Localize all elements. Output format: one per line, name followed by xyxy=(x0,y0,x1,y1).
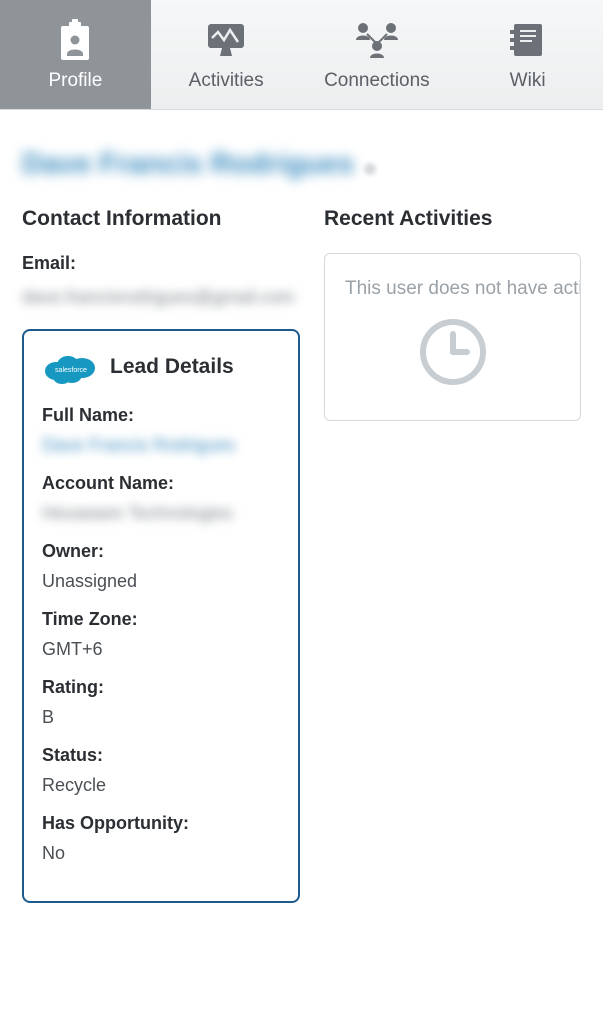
presence-dot-icon xyxy=(364,163,376,175)
account-name-label: Account Name: xyxy=(42,473,280,494)
svg-text:salesforce: salesforce xyxy=(55,367,87,374)
tab-wiki[interactable]: Wiki xyxy=(452,0,603,109)
tab-label: Profile xyxy=(48,70,102,92)
connections-icon xyxy=(351,18,403,62)
person-name: Dave Francis Rodrigues xyxy=(22,148,354,181)
activities-section-title: Recent Activities xyxy=(324,207,581,231)
has-opportunity-value: No xyxy=(42,840,280,867)
status-value: Recycle xyxy=(42,772,280,799)
activities-empty-box: This user does not have activities xyxy=(324,253,581,421)
salesforce-icon: salesforce xyxy=(42,347,100,387)
activities-icon xyxy=(204,18,248,62)
tab-profile[interactable]: Profile xyxy=(0,0,151,109)
has-opportunity-label: Has Opportunity: xyxy=(42,813,280,834)
time-zone-label: Time Zone: xyxy=(42,609,280,630)
right-column: Recent Activities This user does not hav… xyxy=(324,207,581,903)
tab-activities[interactable]: Activities xyxy=(151,0,302,109)
rating-label: Rating: xyxy=(42,677,280,698)
contact-section-title: Contact Information xyxy=(22,207,300,231)
time-zone-value: GMT+6 xyxy=(42,636,280,663)
full-name-value[interactable]: Dave Francis Rodrigues xyxy=(42,432,280,459)
content-area: Dave Francis Rodrigues Contact Informati… xyxy=(0,110,603,933)
tab-label: Activities xyxy=(189,70,264,92)
left-column: Contact Information Email: dave.francisr… xyxy=(22,207,300,903)
owner-label: Owner: xyxy=(42,541,280,562)
lead-details-card: salesforce Lead Details Full Name: Dave … xyxy=(22,329,300,903)
account-name-value: Hexaware Technologies xyxy=(42,500,280,527)
clock-icon xyxy=(415,314,491,390)
wiki-icon xyxy=(510,18,546,62)
rating-value: B xyxy=(42,704,280,731)
owner-value: Unassigned xyxy=(42,568,280,595)
profile-icon xyxy=(55,18,95,62)
email-label: Email: xyxy=(22,253,300,274)
full-name-label: Full Name: xyxy=(42,405,280,426)
tab-label: Connections xyxy=(324,70,430,92)
status-label: Status: xyxy=(42,745,280,766)
email-value: dave.francisrodrigues@gmail.com xyxy=(22,284,300,311)
tab-connections[interactable]: Connections xyxy=(302,0,453,109)
activities-empty-text: This user does not have activities xyxy=(345,278,560,300)
tab-bar: Profile Activities Connections xyxy=(0,0,603,110)
tab-label: Wiki xyxy=(510,70,546,92)
lead-details-title: Lead Details xyxy=(110,355,234,379)
